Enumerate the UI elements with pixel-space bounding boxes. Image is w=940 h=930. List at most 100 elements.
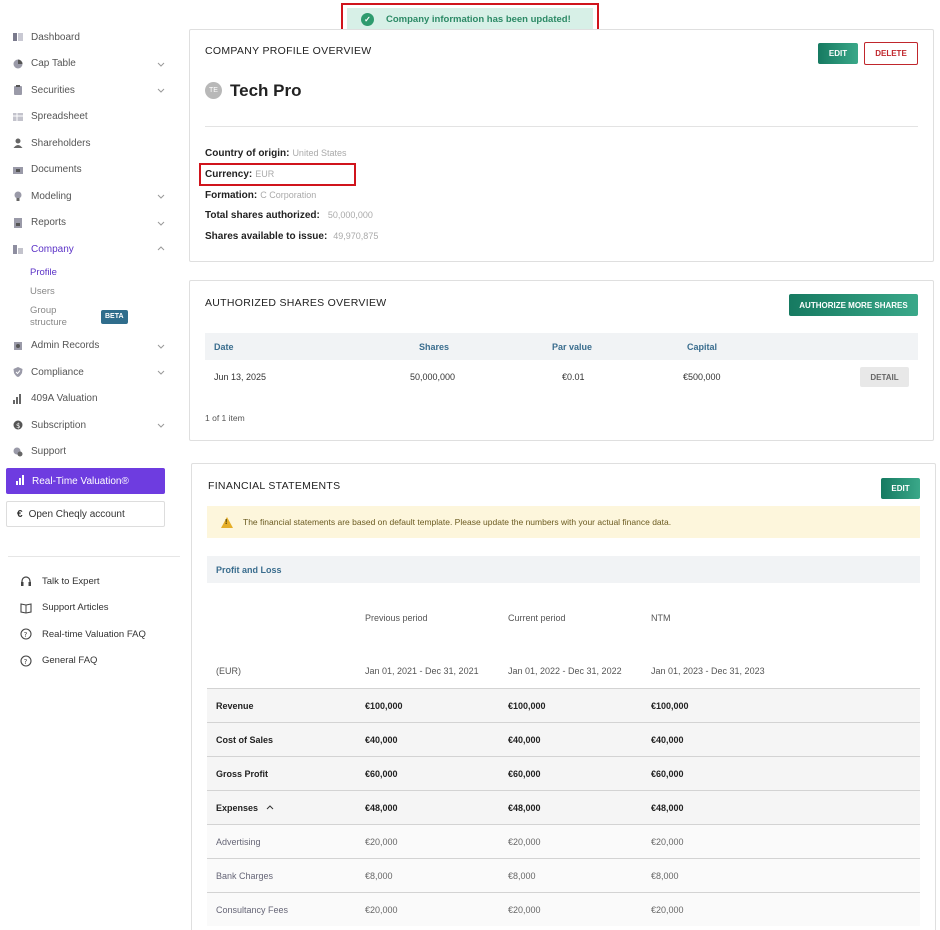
row-value: €60,000 — [365, 769, 398, 779]
sidebar-item-modeling[interactable]: Modeling — [0, 183, 180, 210]
row-shares: 50,000,000 — [410, 372, 456, 382]
row-value: €100,000 — [365, 701, 403, 711]
sidebar-item-securities[interactable]: Securities — [0, 77, 180, 104]
table-row: Advertising €20,000 €20,000 €20,000 — [207, 824, 920, 858]
available-value: 49,970,875 — [333, 231, 379, 241]
sidebar-item-label: Securities — [31, 84, 75, 96]
check-circle-icon: ✓ — [361, 12, 374, 26]
person-icon — [13, 138, 23, 149]
edit-financials-button[interactable]: EDIT — [881, 478, 920, 499]
dollar-icon: $ — [13, 420, 23, 430]
shares-available-row: Shares available to issue: 49,970,875 — [205, 231, 378, 242]
help-link-label: Talk to Expert — [42, 575, 100, 587]
row-value: €20,000 — [365, 905, 398, 915]
formation-row: Formation: C Corporation — [205, 190, 316, 201]
warning-text: The financial statements are based on de… — [243, 517, 672, 527]
edit-profile-button[interactable]: EDIT — [818, 43, 858, 64]
chevron-up-icon[interactable] — [265, 803, 275, 811]
beta-badge: BETA — [100, 309, 128, 324]
sidebar-item-label: Dashboard — [31, 31, 80, 43]
row-value: €20,000 — [365, 837, 398, 847]
table-row: Cost of Sales €40,000 €40,000 €40,000 — [207, 722, 920, 756]
row-label: Revenue — [216, 701, 254, 711]
authorized-label: Total shares authorized: — [205, 210, 320, 221]
column-date[interactable]: Date — [214, 342, 234, 352]
detail-button[interactable]: DETAIL — [860, 367, 909, 387]
support-articles-link[interactable]: Support Articles — [20, 595, 146, 622]
sidebar: Dashboard Cap Table Securities Spreadshe… — [0, 0, 180, 930]
sidebar-item-409a-valuation[interactable]: 409A Valuation — [0, 386, 180, 413]
country-of-origin-row: Country of origin: United States — [205, 148, 346, 159]
row-label: Gross Profit — [216, 769, 269, 779]
sidebar-item-dashboard[interactable]: Dashboard — [0, 24, 180, 51]
profit-and-loss-tab[interactable]: Profit and Loss — [207, 556, 920, 583]
row-capital: €500,000 — [683, 372, 721, 382]
group-structure-label: Group structure — [30, 305, 67, 329]
formation-value: C Corporation — [260, 190, 317, 200]
building-icon — [13, 244, 23, 255]
delete-company-button[interactable]: DELETE — [864, 42, 918, 65]
sidebar-divider — [8, 556, 180, 557]
sidebar-item-label: Reports — [31, 217, 67, 229]
authorize-more-shares-button[interactable]: AUTHORIZE MORE SHARES — [789, 294, 918, 316]
general-faq-link[interactable]: ? General FAQ — [20, 648, 146, 675]
sidebar-item-label: Spreadsheet — [31, 111, 88, 123]
row-label: Expenses — [216, 803, 275, 813]
authorized-shares-table-header: Date Shares Par value Capital — [205, 333, 918, 360]
sidebar-item-admin-records[interactable]: Admin Records — [0, 333, 180, 360]
chevron-down-icon — [157, 194, 165, 199]
chevron-down-icon — [157, 62, 165, 67]
sidebar-subitem-users[interactable]: Users — [0, 282, 180, 301]
sidebar-item-label: Support — [31, 446, 67, 458]
row-value: €20,000 — [651, 905, 684, 915]
admin-records-icon — [13, 341, 23, 351]
report-icon — [13, 217, 23, 228]
sidebar-nav: Dashboard Cap Table Securities Spreadshe… — [0, 24, 180, 465]
sidebar-item-spreadsheet[interactable]: Spreadsheet — [0, 104, 180, 131]
real-time-valuation-faq-link[interactable]: ? Real-time Valuation FAQ — [20, 621, 146, 648]
expenses-row[interactable]: Expenses €48,000 €48,000 €48,000 — [207, 790, 920, 824]
row-value: €20,000 — [508, 905, 541, 915]
sidebar-item-compliance[interactable]: Compliance — [0, 359, 180, 386]
spreadsheet-icon — [13, 112, 23, 122]
sidebar-item-company[interactable]: Company — [0, 236, 180, 263]
row-label: Consultancy Fees — [216, 905, 289, 915]
clipboard-icon — [13, 85, 23, 96]
talk-to-expert-link[interactable]: Talk to Expert — [20, 568, 146, 595]
row-value: €100,000 — [651, 701, 689, 711]
table-row: Jun 13, 2025 50,000,000 €0.01 €500,000 D… — [205, 360, 918, 394]
country-label: Country of origin: — [205, 148, 290, 159]
table-row: Gross Profit €60,000 €60,000 €60,000 — [207, 756, 920, 790]
sidebar-item-cap-table[interactable]: Cap Table — [0, 51, 180, 78]
sidebar-item-reports[interactable]: Reports — [0, 210, 180, 237]
sidebar-item-subscription[interactable]: $ Subscription — [0, 412, 180, 439]
support-icon — [13, 447, 23, 457]
pagination-info: 1 of 1 item — [205, 413, 245, 423]
row-value: €20,000 — [508, 837, 541, 847]
row-value: €60,000 — [508, 769, 541, 779]
row-value: €60,000 — [651, 769, 684, 779]
financial-statements-title: FINANCIAL STATEMENTS — [208, 480, 341, 492]
column-par-value[interactable]: Par value — [552, 342, 592, 352]
row-value: €48,000 — [365, 803, 398, 813]
sidebar-subitem-group-structure[interactable]: Group structure BETA — [0, 301, 180, 333]
real-time-valuation-button[interactable]: Real-Time Valuation® — [6, 468, 165, 494]
column-shares[interactable]: Shares — [419, 342, 449, 352]
row-value: €48,000 — [508, 803, 541, 813]
open-cheqly-account-button[interactable]: € Open Cheqly account — [6, 501, 165, 527]
toast-message: Company information has been updated! — [386, 13, 571, 25]
row-value: €40,000 — [651, 735, 684, 745]
dashboard-icon — [13, 32, 23, 42]
row-value: €8,000 — [508, 871, 536, 881]
sidebar-subitem-profile[interactable]: Profile — [0, 263, 180, 282]
sidebar-item-documents[interactable]: Documents — [0, 157, 180, 184]
sidebar-item-support[interactable]: Support — [0, 439, 180, 466]
row-value: €48,000 — [651, 803, 684, 813]
warning-icon: ! — [221, 516, 233, 528]
svg-text:?: ? — [24, 658, 28, 666]
real-time-valuation-label: Real-Time Valuation® — [32, 475, 129, 487]
table-row: Bank Charges €8,000 €8,000 €8,000 — [207, 858, 920, 892]
sidebar-item-shareholders[interactable]: Shareholders — [0, 130, 180, 157]
column-capital[interactable]: Capital — [687, 342, 717, 352]
book-icon — [20, 603, 32, 614]
